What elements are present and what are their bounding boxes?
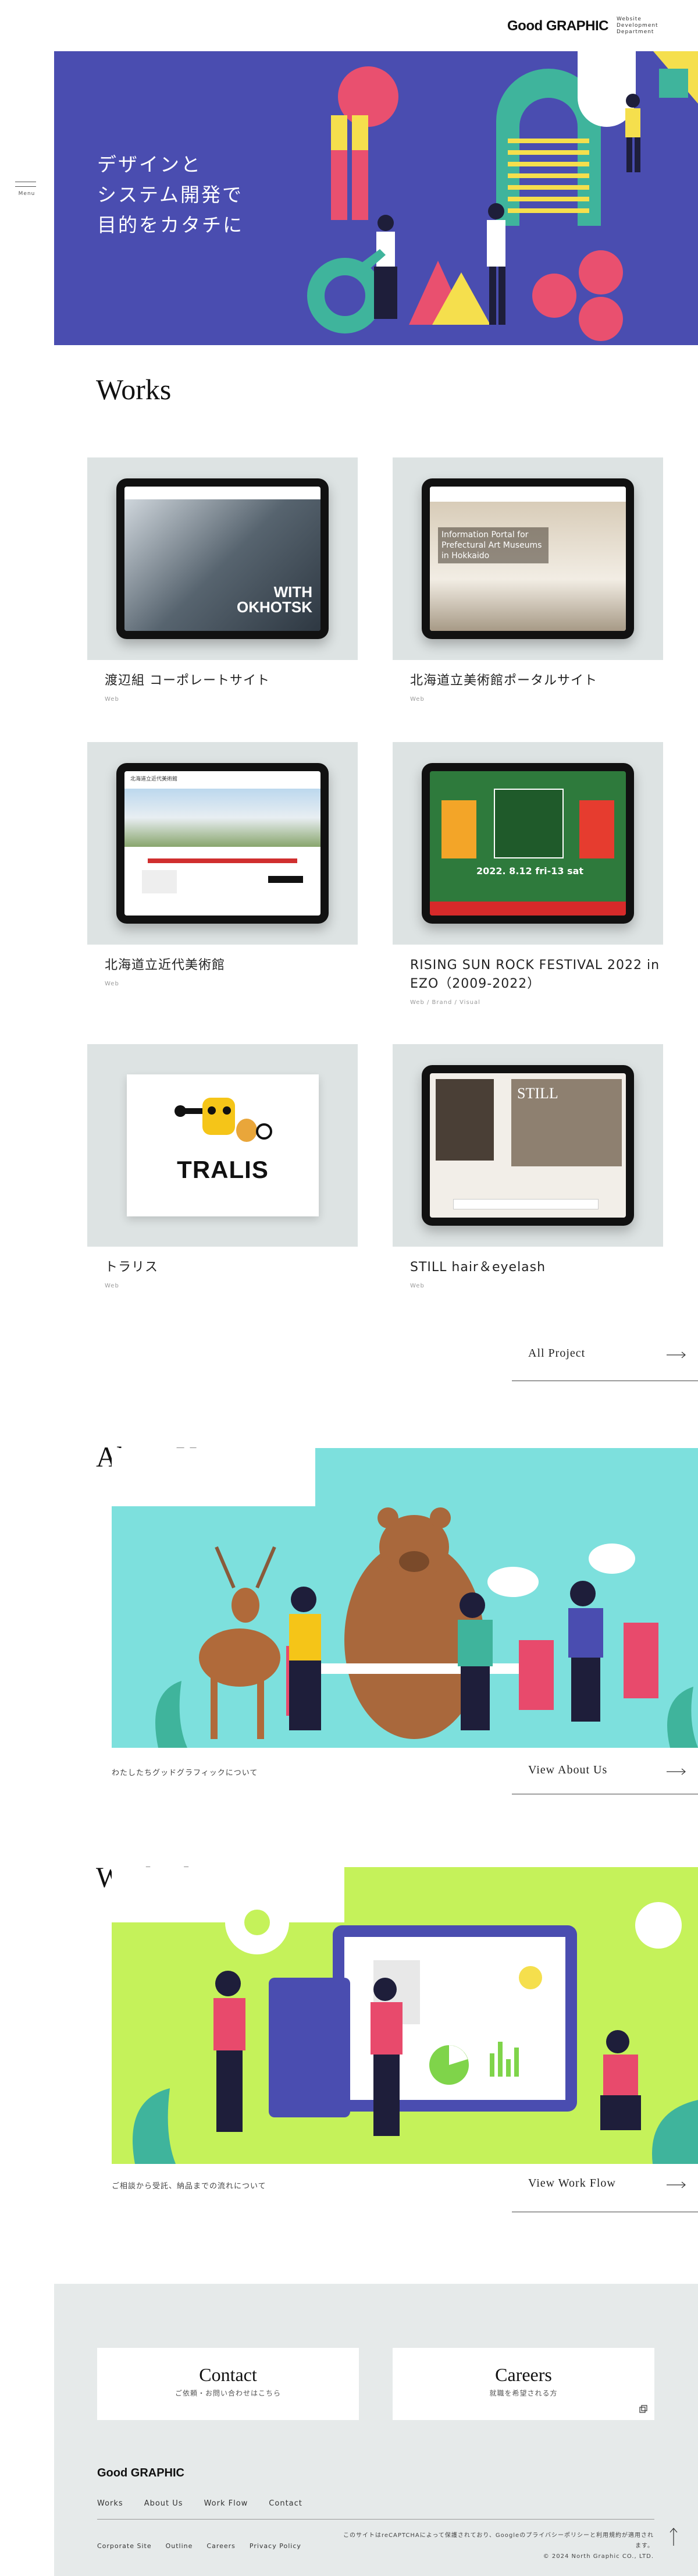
work-title: 北海道立美術館ポータルサイト <box>410 673 598 688</box>
footer-divider <box>97 2519 654 2520</box>
work-thumbnail: 北海道立近代美術館 <box>87 742 358 945</box>
tablet-frame: WITH OKHOTSK <box>116 478 329 639</box>
workflow-caption: ご相談から受託、納品までの流れについて <box>112 2182 266 2191</box>
work-card[interactable]: WITH OKHOTSK 渡辺組 コーポレートサイト Web <box>87 457 358 702</box>
work-category: Web <box>105 696 119 702</box>
works-title: Works <box>96 373 172 406</box>
tablet-frame: Information Portal for Prefectural Art M… <box>422 478 634 639</box>
work-card[interactable]: STILL STILL hair＆eyelash Web <box>393 1044 663 1289</box>
copyright: © 2024 North Graphic CO., LTD. <box>543 2553 654 2560</box>
footer-nav-workflow[interactable]: Work Flow <box>204 2499 248 2508</box>
about-illustration <box>112 1448 698 1748</box>
work-card[interactable]: Information Portal for Prefectural Art M… <box>393 457 663 702</box>
site-footer: Contact ご依頼・お問い合わせはこちら Careers 就職を希望される方… <box>54 2284 698 2576</box>
work-title: 渡辺組 コーポレートサイト <box>105 673 270 688</box>
work-card[interactable]: TRALIS トラリス Web <box>87 1044 358 1289</box>
screen-headline: 北海道立近代美術館 <box>130 776 178 782</box>
careers-title: Careers <box>495 2364 552 2385</box>
footer-note: このサイトはreCAPTCHAによって保護されており、Googleのプライバシー… <box>340 2531 654 2562</box>
tablet-screen: WITH OKHOTSK <box>124 487 320 631</box>
recaptcha-note: このサイトはreCAPTCHAによって保護されており、Googleのプライバシー… <box>343 2532 654 2549</box>
about-caption: わたしたちグッドグラフィックについて <box>112 1769 258 1777</box>
site-logo[interactable]: Good GRAPHIC Website Development Departm… <box>507 16 663 36</box>
footer-link-corporate[interactable]: Corporate Site <box>97 2542 152 2550</box>
footer-nav-works[interactable]: Works <box>97 2499 123 2508</box>
work-thumbnail: Information Portal for Prefectural Art M… <box>393 457 663 660</box>
all-project-label: All Project <box>528 1347 586 1360</box>
logo-text: Good GRAPHIC <box>507 17 609 34</box>
screen-headline: Information Portal for Prefectural Art M… <box>438 527 549 563</box>
view-workflow-link[interactable]: View Work Flow <box>528 2177 616 2190</box>
footer-subnav: Corporate Site Outline Careers Privacy P… <box>97 2542 301 2550</box>
work-card[interactable]: 北海道立近代美術館 北海道立近代美術館 Web <box>87 742 358 987</box>
screen-headline: STILL <box>517 1085 558 1102</box>
arrow-right-icon <box>667 1768 686 1775</box>
footer-nav-about[interactable]: About Us <box>144 2499 183 2508</box>
careers-box[interactable]: Careers 就職を希望される方 <box>393 2348 654 2420</box>
contact-title: Contact <box>199 2364 257 2385</box>
footer-logo[interactable]: Good GRAPHIC <box>97 2467 184 2480</box>
view-about-link[interactable]: View About Us <box>528 1764 607 1777</box>
logo-subtitle: Website Development Department <box>617 16 658 35</box>
work-thumbnail: 2022. 8.12 fri-13 sat <box>393 742 663 945</box>
work-title: トラリス <box>105 1260 159 1275</box>
work-category: Web <box>410 1283 425 1289</box>
tablet-screen: STILL <box>430 1073 626 1218</box>
screen-headline: 2022. 8.12 fri-13 sat <box>476 865 584 877</box>
tralis-card: TRALIS <box>127 1074 319 1216</box>
tablet-frame: 北海道立近代美術館 <box>116 763 329 924</box>
contact-box[interactable]: Contact ご依頼・お問い合わせはこちら <box>97 2348 359 2420</box>
arrow-right-icon <box>667 2181 686 2188</box>
hero-illustration <box>307 51 698 341</box>
work-card[interactable]: 2022. 8.12 fri-13 sat RISING SUN ROCK FE… <box>393 742 663 1006</box>
menu-button[interactable]: Menu <box>15 178 38 197</box>
work-thumbnail: WITH OKHOTSK <box>87 457 358 660</box>
external-link-icon <box>639 2405 647 2413</box>
tralis-mascot-illustration <box>174 1098 272 1142</box>
menu-label: Menu <box>18 191 35 197</box>
back-to-top-icon[interactable] <box>669 2527 678 2547</box>
work-category: Web <box>105 981 119 987</box>
work-thumbnail: STILL <box>393 1044 663 1247</box>
screen-headline: WITH OKHOTSK <box>237 583 312 616</box>
hero-banner: デザインと システム開発で 目的をカタチに <box>54 51 698 345</box>
tablet-screen: 北海道立近代美術館 <box>124 771 320 916</box>
work-category: Web / Brand / Visual <box>410 999 480 1006</box>
work-category: Web <box>410 696 425 702</box>
footer-nav: Works About Us Work Flow Contact <box>97 2499 302 2508</box>
footer-nav-contact[interactable]: Contact <box>269 2499 302 2508</box>
tablet-frame: 2022. 8.12 fri-13 sat <box>422 763 634 924</box>
careers-subtitle: 就職を希望される方 <box>489 2389 558 2397</box>
all-project-link[interactable]: All Project <box>528 1347 585 1360</box>
hamburger-icon-bar <box>15 186 36 187</box>
work-title: STILL hair＆eyelash <box>410 1260 546 1275</box>
screen-headline: TRALIS <box>177 1156 269 1183</box>
tablet-screen: Information Portal for Prefectural Art M… <box>430 487 626 631</box>
work-title: RISING SUN ROCK FESTIVAL 2022 in EZO（200… <box>410 958 660 991</box>
view-workflow-label: View Work Flow <box>528 2177 616 2190</box>
view-about-label: View About Us <box>528 1764 608 1776</box>
work-category: Web <box>105 1283 119 1289</box>
tablet-screen: 2022. 8.12 fri-13 sat <box>430 771 626 916</box>
footer-link-careers[interactable]: Careers <box>206 2542 236 2550</box>
contact-subtitle: ご依頼・お問い合わせはこちら <box>174 2389 281 2397</box>
workflow-illustration <box>112 1867 698 2164</box>
work-title: 北海道立近代美術館 <box>105 958 226 973</box>
arrow-right-icon <box>667 1351 686 1358</box>
footer-link-privacy[interactable]: Privacy Policy <box>250 2542 301 2550</box>
footer-link-outline[interactable]: Outline <box>166 2542 193 2550</box>
tablet-frame: STILL <box>422 1065 634 1226</box>
work-thumbnail: TRALIS <box>87 1044 358 1247</box>
